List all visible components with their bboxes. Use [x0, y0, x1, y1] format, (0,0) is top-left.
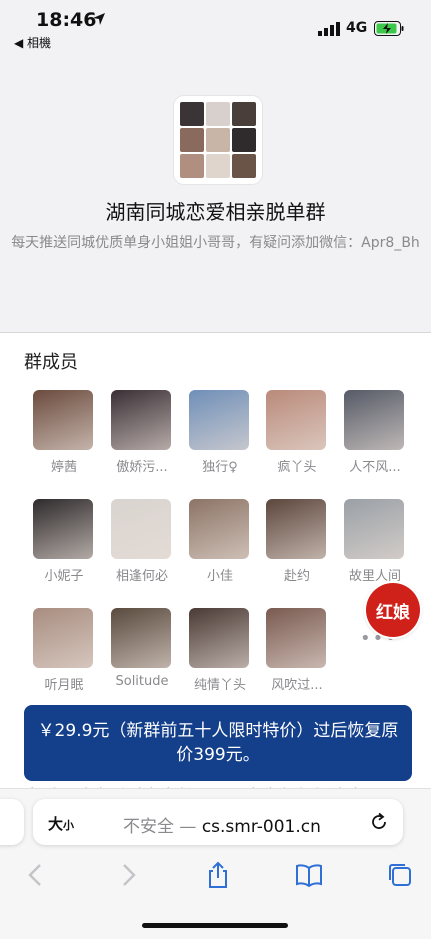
- reader-settings-button[interactable]: 大小: [48, 813, 74, 834]
- price-banner[interactable]: ￥29.9元（新群前五十人限时特价）过后恢复原价399元。: [24, 705, 412, 781]
- member-item[interactable]: 相逢何必: [111, 499, 173, 584]
- forward-chevron-icon[interactable]: [114, 861, 142, 889]
- member-item[interactable]: Solitude: [111, 608, 173, 689]
- tabs-icon[interactable]: [386, 861, 414, 889]
- member-name: Solitude: [115, 674, 169, 689]
- matchmaker-badge[interactable]: 红娘: [366, 583, 420, 637]
- member-avatar: [189, 390, 249, 450]
- member-avatar: [344, 499, 404, 559]
- member-avatar: [266, 499, 326, 559]
- location-arrow-icon: [93, 13, 105, 25]
- group-avatar: [174, 96, 262, 184]
- member-item[interactable]: 傲娇污...: [111, 390, 173, 475]
- back-to-app-link[interactable]: ◀ 相機: [14, 34, 51, 51]
- address-bar[interactable]: 大小 不安全 — cs.smr-001.cn: [33, 799, 403, 845]
- reload-icon[interactable]: [369, 812, 389, 832]
- member-name: 傲娇污...: [116, 460, 168, 475]
- home-indicator: [142, 923, 288, 928]
- network-type: 4G: [346, 20, 368, 36]
- member-item[interactable]: 听月眠: [33, 608, 95, 693]
- member-avatar: [33, 499, 93, 559]
- member-avatar: [266, 608, 326, 668]
- url-text[interactable]: 不安全 — cs.smr-001.cn: [123, 812, 321, 837]
- member-avatar: [344, 390, 404, 450]
- member-name: 纯情丫头: [193, 678, 246, 693]
- status-bar: 18:46 ◀ 相機 4G: [0, 0, 431, 52]
- member-avatar: [189, 608, 249, 668]
- members-title: 群成员: [24, 352, 78, 373]
- clock: 18:46: [36, 9, 97, 31]
- signal-icon: [318, 22, 340, 36]
- share-icon[interactable]: [204, 861, 232, 889]
- back-chevron-icon[interactable]: [22, 861, 50, 889]
- member-item[interactable]: 小佳: [189, 499, 251, 584]
- member-avatar: [266, 390, 326, 450]
- group-description: 每天推送同城优质单身小姐姐小哥哥，有疑问添加微信：Apr8_Bh: [11, 235, 420, 251]
- member-name: 小妮子: [44, 569, 84, 584]
- browser-bottom-bar: 大小 不安全 — cs.smr-001.cn: [0, 788, 431, 939]
- group-header: 湖南同城恋爱相亲脱单群 每天推送同城优质单身小姐姐小哥哥，有疑问添加微信：Apr…: [0, 52, 431, 333]
- member-name: 相逢何必: [115, 569, 168, 584]
- bookmarks-book-icon[interactable]: [295, 861, 323, 889]
- member-avatar: [111, 390, 171, 450]
- member-avatar: [33, 608, 93, 668]
- member-item[interactable]: 赴约: [266, 499, 328, 584]
- member-name: 婷茜: [50, 460, 77, 475]
- member-name: 独行♀: [202, 460, 238, 475]
- member-item[interactable]: 人不风...: [344, 390, 406, 475]
- member-name: 人不风...: [349, 460, 401, 475]
- member-item[interactable]: 独行♀: [189, 390, 251, 475]
- member-name: 风吹过...: [271, 678, 323, 693]
- member-item[interactable]: 故里人间: [344, 499, 406, 584]
- battery-charging-icon: [374, 21, 404, 36]
- member-item[interactable]: 婷茜: [33, 390, 95, 475]
- group-name: 湖南同城恋爱相亲脱单群: [105, 200, 326, 224]
- member-name: 听月眠: [44, 678, 84, 693]
- member-avatar: [111, 608, 171, 668]
- previous-tab-peek[interactable]: [0, 799, 24, 845]
- member-name: 故里人间: [348, 569, 401, 584]
- member-avatar: [189, 499, 249, 559]
- member-item[interactable]: 纯情丫头: [189, 608, 251, 693]
- member-avatar: [33, 390, 93, 450]
- member-name: 赴约: [283, 569, 310, 584]
- member-name: 小佳: [206, 569, 233, 584]
- member-name: 疯丫头: [277, 460, 317, 475]
- member-item[interactable]: 小妮子: [33, 499, 95, 584]
- member-item[interactable]: 风吹过...: [266, 608, 328, 693]
- member-item[interactable]: 疯丫头: [266, 390, 328, 475]
- member-avatar: [111, 499, 171, 559]
